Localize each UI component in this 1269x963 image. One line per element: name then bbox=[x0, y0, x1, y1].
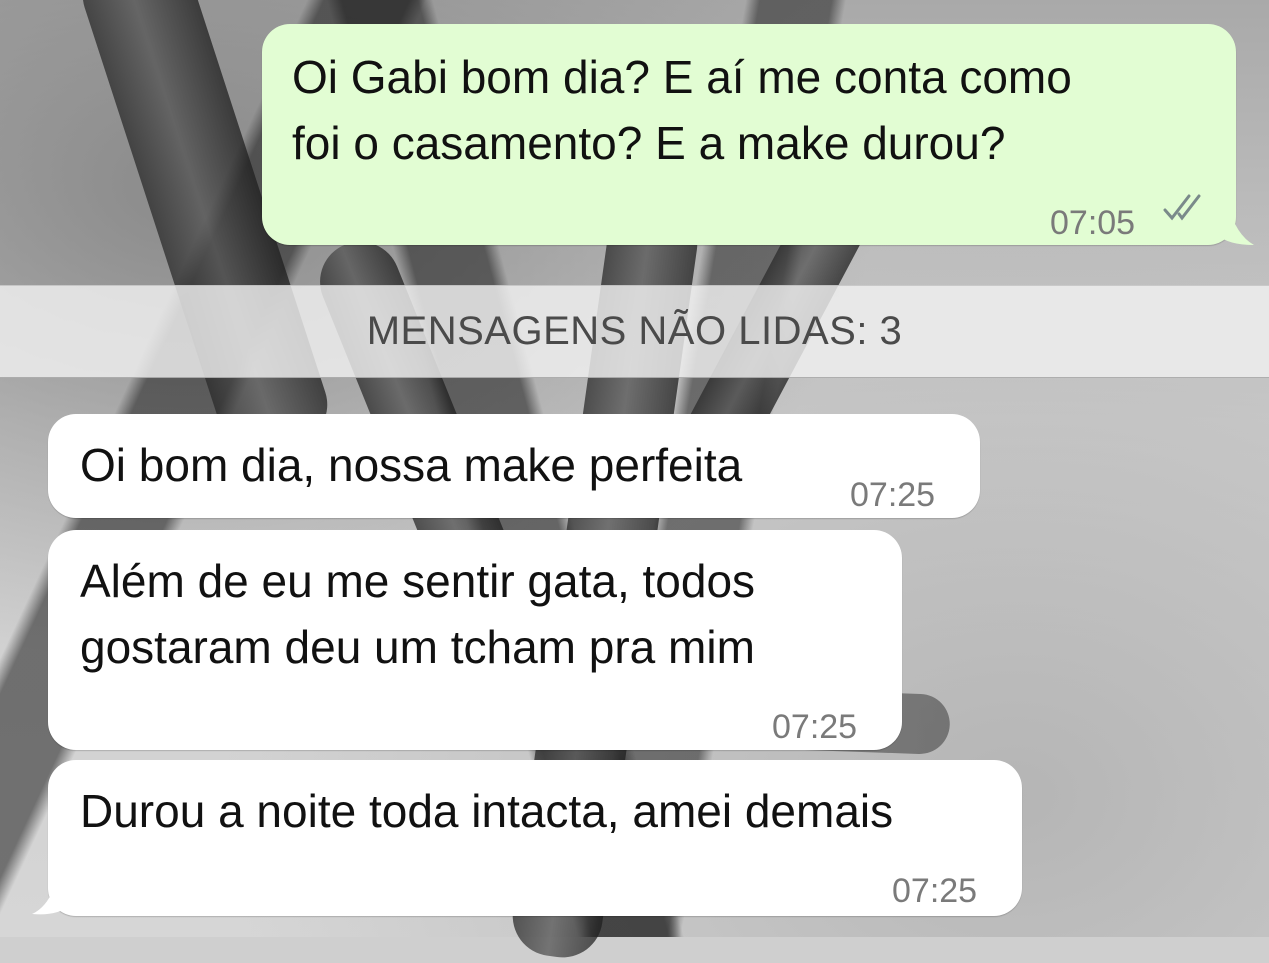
message-text: foi o casamento? E a make durou? bbox=[292, 117, 1006, 169]
message-time: 07:25 bbox=[892, 872, 978, 910]
message-time: 07:25 bbox=[850, 476, 936, 514]
incoming-message-bubble[interactable]: Além de eu me sentir gata, todos gostara… bbox=[48, 530, 902, 750]
message-text: Oi Gabi bom dia? E aí me conta como bbox=[292, 51, 1072, 103]
message-time: 07:05 bbox=[1050, 204, 1136, 242]
double-check-icon bbox=[1163, 194, 1201, 221]
unread-messages-divider: MENSAGENS NÃO LIDAS: 3 bbox=[0, 285, 1269, 378]
message-text: Oi bom dia, nossa make perfeita bbox=[80, 439, 743, 491]
message-time: 07:25 bbox=[772, 708, 858, 746]
message-text: gostaram deu um tcham pra mim bbox=[80, 621, 755, 673]
message-text: Além de eu me sentir gata, todos bbox=[80, 555, 756, 607]
bubble-tail bbox=[1218, 205, 1254, 245]
unread-count-label: MENSAGENS NÃO LIDAS: 3 bbox=[366, 309, 903, 353]
outgoing-message-bubble[interactable]: Oi Gabi bom dia? E aí me conta como foi … bbox=[262, 24, 1236, 245]
bubble-tail bbox=[32, 876, 68, 915]
incoming-message-bubble[interactable]: Oi bom dia, nossa make perfeita 07:25 bbox=[48, 414, 980, 518]
incoming-message-bubble[interactable]: Durou a noite toda intacta, amei demais … bbox=[48, 760, 1022, 916]
message-text: Durou a noite toda intacta, amei demais bbox=[80, 785, 894, 837]
